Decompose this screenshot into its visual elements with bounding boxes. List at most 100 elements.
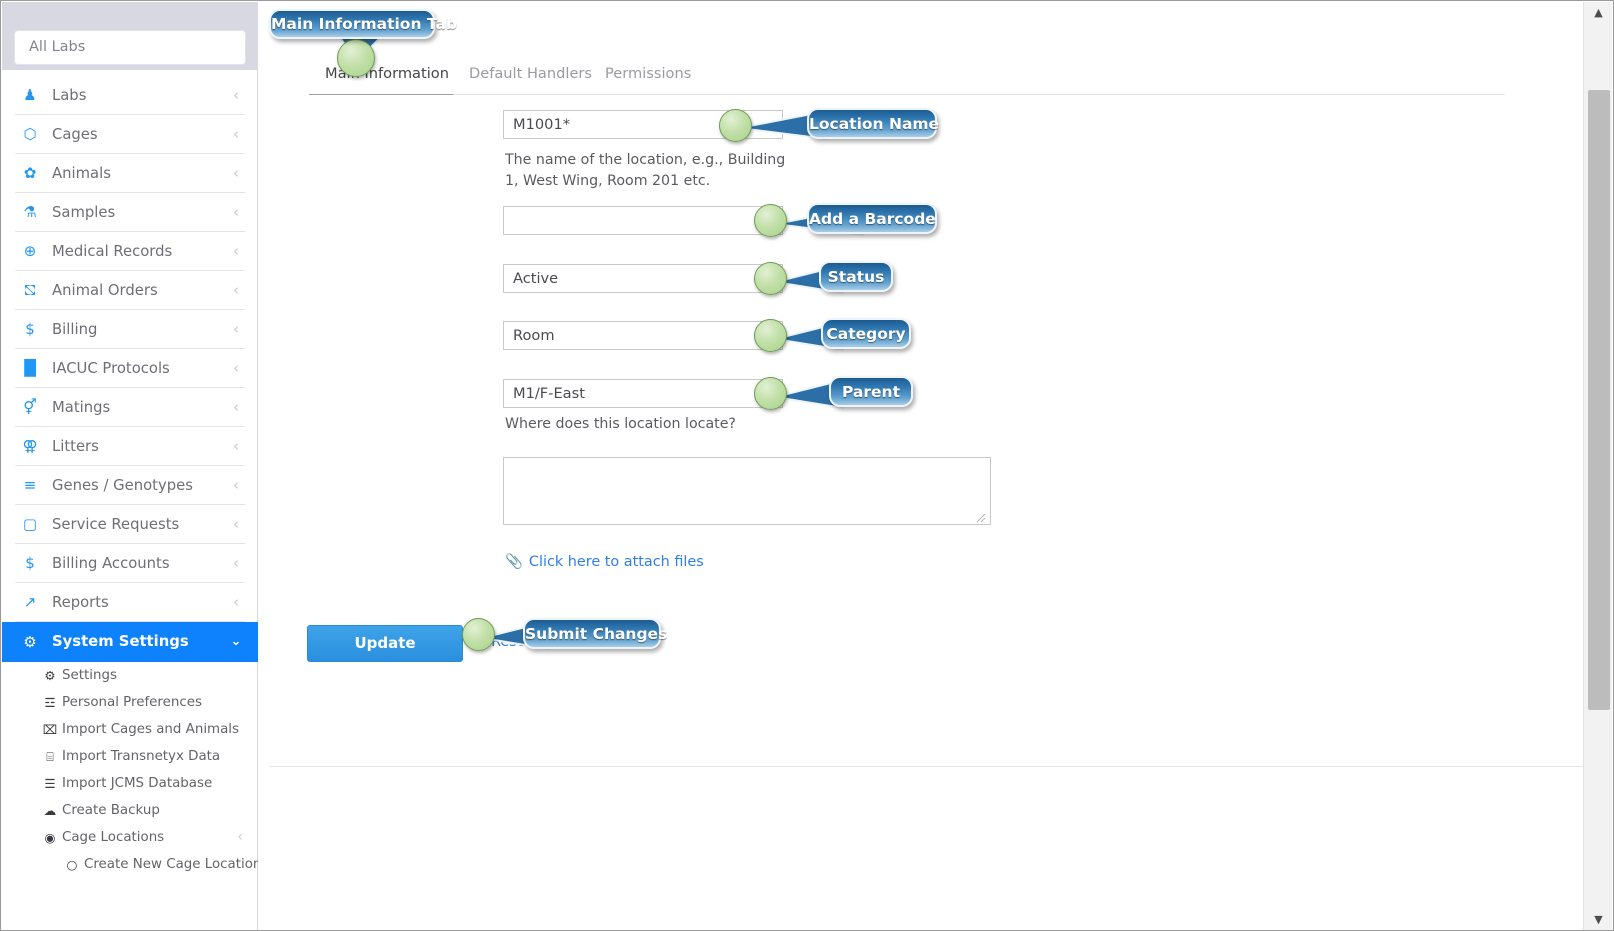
sidebar-subitem-import-cages-and-animals[interactable]: ⌧ Import Cages and Animals — [2, 716, 258, 743]
scroll-up-icon[interactable]: ▲ — [1584, 2, 1613, 24]
sidebar-item-cages[interactable]: ⬡ Cages ‹ — [15, 115, 245, 154]
sidebar-item-label: IACUC Protocols — [52, 360, 170, 377]
sidebar-item-genes-genotypes[interactable]: ≡ Genes / Genotypes ‹ — [15, 466, 245, 505]
sidebar-item-service-requests[interactable]: ▢ Service Requests ‹ — [15, 505, 245, 544]
sidebar-subitem-personal-preferences[interactable]: ☲ Personal Preferences — [2, 689, 258, 716]
callout-dot-submit-changes — [462, 618, 495, 651]
female-icon: ⚢ — [22, 437, 38, 455]
status-select[interactable]: Active — [503, 264, 783, 293]
sidebar-item-label: Animal Orders — [52, 282, 158, 299]
barcode-input[interactable] — [503, 206, 783, 235]
notes-textarea[interactable] — [503, 457, 991, 525]
sidebar-item-billing[interactable]: $ Billing ‹ — [15, 310, 245, 349]
sidebar-item-labs[interactable]: ♟ Labs ‹ — [15, 76, 245, 115]
document-icon: ⌸ — [46, 749, 54, 764]
sidebar-item-litters[interactable]: ⚢ Litters ‹ — [15, 427, 245, 466]
parent-select[interactable]: M1/F-East — [503, 379, 783, 408]
sidebar-subitem-create-new-cage-location[interactable]: ○ Create New Cage Location — [2, 851, 262, 878]
parent-help-text: Where does this location locate? — [505, 416, 736, 432]
tab-default-handlers[interactable]: Default Handlers — [453, 57, 592, 95]
chevron-left-icon: ‹ — [233, 281, 239, 299]
chevron-left-icon: ‹ — [233, 203, 239, 221]
callout-label-parent: Parent — [829, 376, 913, 407]
textarea-resize-handle[interactable] — [974, 511, 986, 523]
book-icon: █ — [24, 359, 36, 377]
sidebar-subitem-label: Create New Cage Location — [84, 857, 262, 872]
sidebar-item-label: Billing Accounts — [52, 555, 170, 572]
chevron-left-icon: ‹ — [233, 242, 239, 260]
update-button[interactable]: Update — [307, 625, 463, 662]
sidebar-item-label: Reports — [52, 594, 109, 611]
sidebar-item-iacuc-protocols[interactable]: █ IACUC Protocols ‹ — [15, 349, 245, 388]
attach-files-label: Click here to attach files — [528, 554, 704, 570]
tab-bar: Main Information Default Handlers Permissi… — [309, 57, 1505, 95]
sidebar-item-label: Service Requests — [52, 516, 180, 533]
sidebar-item-label: Medical Records — [52, 243, 173, 260]
note-icon: ▢ — [22, 515, 38, 533]
sidebar-item-label: Litters — [52, 438, 99, 455]
dollar-icon: $ — [25, 320, 35, 338]
chevron-left-icon: ‹ — [233, 359, 239, 377]
callout-label-submit-changes: Submit Changes — [523, 618, 667, 649]
chevron-left-icon: ‹ — [233, 320, 239, 338]
cart-icon: ⛞ — [23, 281, 37, 299]
sidebar-search-zone: All Labs — [2, 2, 258, 70]
main-content: Main Information Default Handlers Permissi… — [258, 2, 1583, 930]
tab-permissions[interactable]: Permissions — [589, 57, 697, 95]
category-select[interactable]: Room — [503, 321, 783, 350]
sidebar-subitem-create-backup[interactable]: ☁ Create Backup — [2, 797, 258, 824]
sidebar-subitem-label: Cage Locations — [62, 830, 165, 845]
gender-icon: ⚥ — [23, 398, 37, 416]
sidebar-subitem-settings[interactable]: ⚙ Settings — [2, 662, 258, 689]
section-divider — [270, 766, 1583, 767]
chevron-left-icon: ‹ — [233, 554, 239, 572]
scrollbar-thumb[interactable] — [1588, 90, 1610, 710]
chevron-left-icon: ‹ — [233, 476, 239, 494]
sidebar-item-billing-accounts[interactable]: $ Billing Accounts ‹ — [15, 544, 245, 583]
dollar-icon: $ — [25, 554, 35, 572]
sidebar-item-label: Billing — [52, 321, 98, 338]
gear-icon: ⚙ — [44, 668, 56, 683]
chevron-left-icon: ‹ — [237, 829, 243, 845]
chevron-left-icon: ‹ — [233, 125, 239, 143]
sidebar-subitem-label: Create Backup — [62, 803, 160, 818]
sidebar-subitem-import-jcms-database[interactable]: ☰ Import JCMS Database — [2, 770, 258, 797]
circle-icon: ○ — [66, 857, 78, 872]
sidebar-item-medical-records[interactable]: ⊕ Medical Records ‹ — [15, 232, 245, 271]
excel-file-icon: ⌧ — [42, 722, 58, 737]
scroll-down-icon[interactable]: ▼ — [1584, 909, 1613, 930]
sidebar-subitem-import-transnetyx-data[interactable]: ⌸ Import Transnetyx Data — [2, 743, 258, 770]
callout-dot-main-information-tab — [337, 39, 375, 77]
database-icon: ☰ — [44, 776, 56, 791]
chevron-left-icon: ‹ — [233, 593, 239, 611]
chevron-left-icon: ‹ — [233, 437, 239, 455]
flask-icon: ⚗ — [23, 203, 37, 221]
sidebar-item-label: Genes / Genotypes — [52, 477, 193, 494]
chart-icon: ↗ — [23, 593, 37, 611]
sidebar-item-matings[interactable]: ⚥ Matings ‹ — [15, 388, 245, 427]
medical-kit-icon: ⊕ — [23, 242, 37, 260]
sidebar-item-label: System Settings — [52, 633, 189, 650]
attach-files-link[interactable]: 📎 Click here to attach files — [505, 553, 704, 570]
sidebar-item-label: Animals — [52, 165, 111, 182]
sidebar-item-system-settings[interactable]: ⚙ System Settings ⌄ — [2, 622, 258, 662]
sidebar-item-label: Samples — [52, 204, 116, 221]
target-icon: ◉ — [44, 830, 56, 845]
lab-search-input[interactable]: All Labs — [14, 30, 246, 65]
sidebar-subitem-cage-locations[interactable]: ◉ Cage Locations ‹ — [2, 824, 258, 851]
chevron-left-icon: ‹ — [233, 164, 239, 182]
sidebar-item-label: Cages — [52, 126, 98, 143]
sidebar-item-samples[interactable]: ⚗ Samples ‹ — [15, 193, 245, 232]
sidebar-item-animal-orders[interactable]: ⛞ Animal Orders ‹ — [15, 271, 245, 310]
callout-dot-status — [754, 262, 787, 295]
callout-label-add-a-barcode: Add a Barcode — [807, 203, 937, 234]
sidebar-item-label: Matings — [52, 399, 111, 416]
lines-icon: ≡ — [23, 476, 37, 494]
sidebar-item-reports[interactable]: ↗ Reports ‹ — [15, 583, 245, 622]
paw-icon: ✿ — [23, 164, 37, 182]
sliders-icon: ☲ — [44, 695, 56, 710]
sidebar-subitem-label: Import JCMS Database — [62, 776, 213, 791]
sidebar-item-animals[interactable]: ✿ Animals ‹ — [15, 154, 245, 193]
users-icon: ♟ — [23, 86, 37, 104]
vertical-scrollbar[interactable]: ▲ ▼ — [1583, 2, 1613, 930]
